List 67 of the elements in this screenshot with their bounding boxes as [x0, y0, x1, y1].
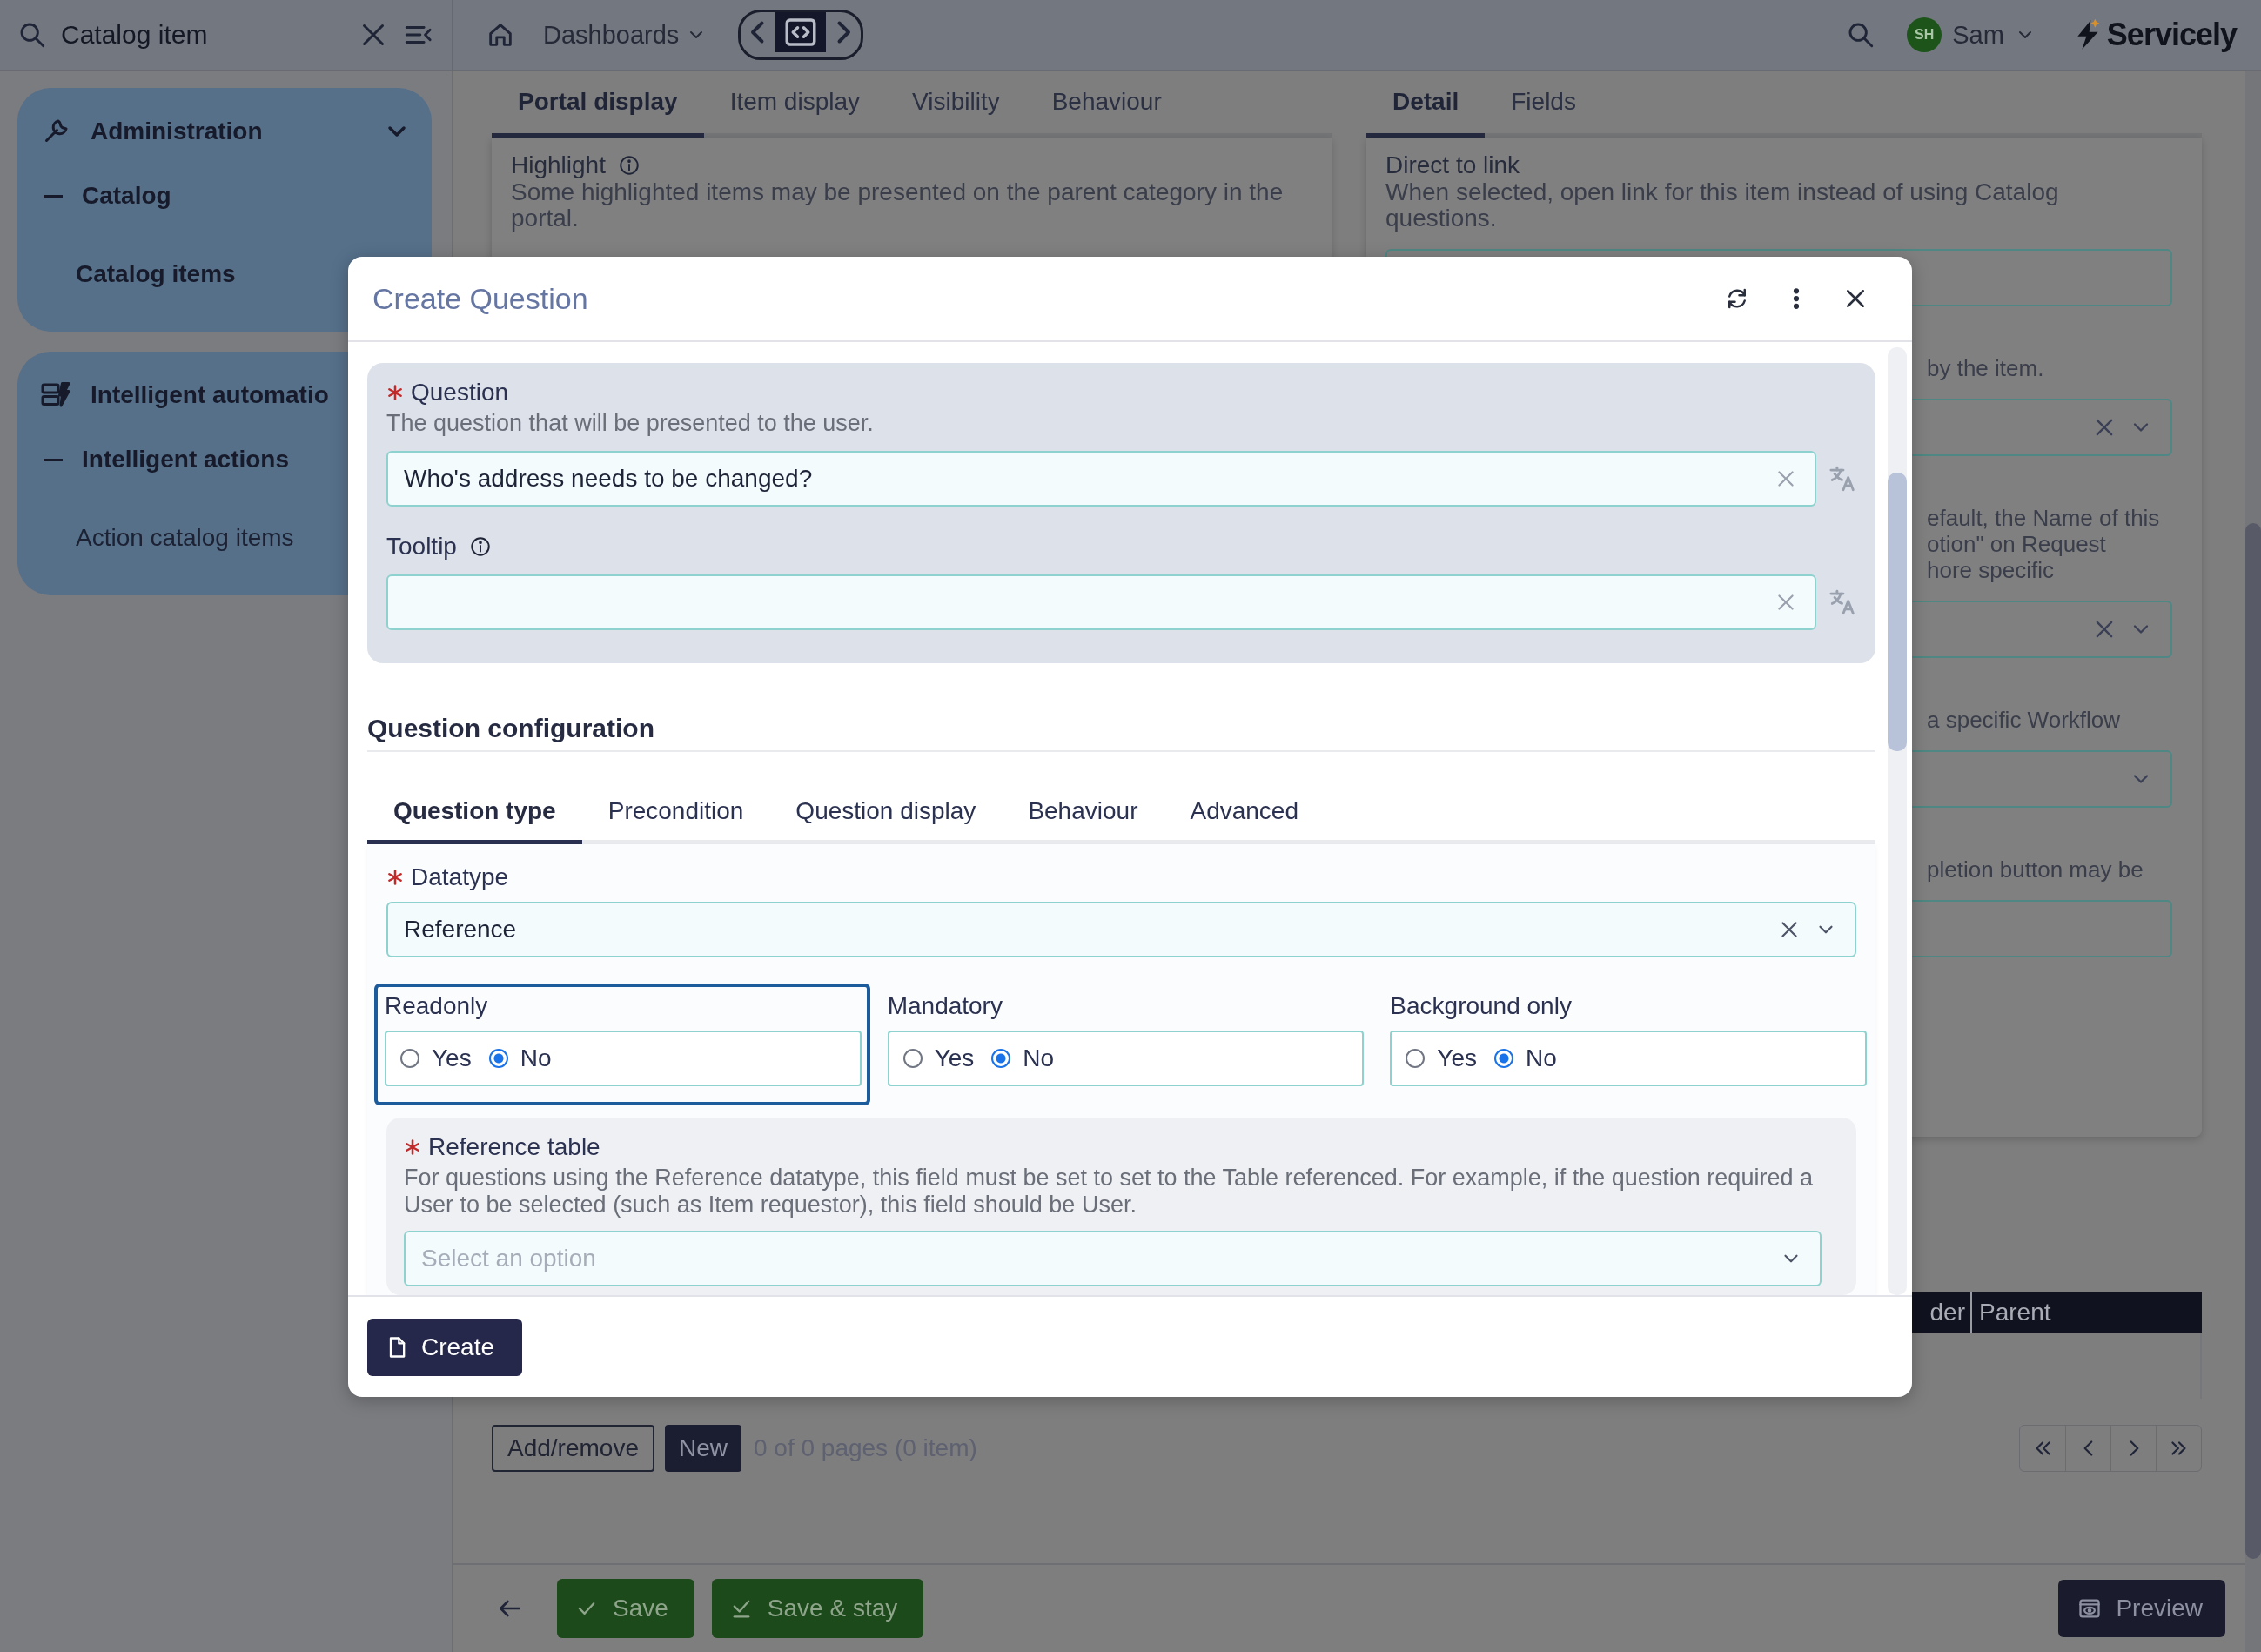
save-and-stay-button[interactable]: Save & stay	[711, 1579, 924, 1638]
select-field[interactable]: Reference	[386, 902, 1856, 957]
scrollbar[interactable]	[2245, 71, 2261, 1652]
tab[interactable]: Fields	[1485, 71, 1602, 138]
save-button[interactable]: Save	[557, 1579, 694, 1638]
tab[interactable]: Precondition	[581, 782, 770, 844]
field-label: Readonly	[385, 992, 488, 1020]
radio-button[interactable]	[902, 1049, 923, 1068]
radio-button[interactable]	[1494, 1049, 1513, 1068]
sidebar-section[interactable]: Catalog	[82, 182, 171, 210]
preview-button[interactable]: Preview	[2058, 1580, 2225, 1637]
collapse-icon[interactable]	[44, 194, 63, 198]
user-menu[interactable]: SH Sam	[1907, 17, 2036, 52]
column-header[interactable]: Parent	[1970, 1292, 2202, 1333]
radio-label[interactable]: No	[1526, 1044, 1557, 1072]
radio-label[interactable]: Yes	[1437, 1044, 1477, 1072]
sidebar-item[interactable]: Action catalog items	[76, 524, 294, 552]
radio-label[interactable]: Yes	[432, 1044, 472, 1072]
field-label: Question	[411, 379, 509, 406]
radio-button[interactable]	[991, 1049, 1011, 1068]
field-label: Datatype	[411, 863, 509, 891]
radio-button[interactable]	[400, 1049, 419, 1068]
add-remove-button[interactable]: Add/remove	[492, 1425, 654, 1472]
input-field[interactable]	[386, 574, 1816, 630]
field-description: When selected, open link for this item instead of using Catalog questions.	[1385, 179, 2060, 232]
scrollbar-thumb[interactable]	[2245, 523, 2261, 1559]
radio-label[interactable]: No	[520, 1044, 552, 1072]
tab[interactable]: Advanced	[1164, 782, 1325, 844]
radio-button[interactable]	[1406, 1049, 1426, 1068]
new-button[interactable]: New	[664, 1425, 741, 1472]
logo-text: Servicely	[2106, 17, 2237, 53]
sidebar-item[interactable]: Catalog items	[76, 260, 236, 288]
field-label: Mandatory	[887, 992, 1003, 1020]
tab[interactable]: Behaviour	[1002, 782, 1164, 844]
tab[interactable]: Question display	[769, 782, 1003, 844]
create-button[interactable]: Create	[367, 1318, 523, 1376]
radio-button[interactable]	[488, 1049, 508, 1068]
search-field[interactable]: Catalog item	[61, 20, 344, 50]
field-description: efault, the Name of this otion" on Request hore specific	[1927, 505, 2160, 583]
field-description: For questions using the Reference datatype, this field must be set to set to the Table referenced. For example, if the question required a User to be selected (such as Item requestor), this field should be User.	[404, 1165, 1814, 1219]
sidebar-group-title[interactable]: Administration	[91, 118, 364, 145]
input-field[interactable]: Who's address needs to be changed?	[386, 451, 1816, 507]
field-label: Direct to link	[1385, 151, 1521, 179]
radio-label[interactable]: No	[1023, 1044, 1055, 1072]
sidebar-section[interactable]: Intelligent actions	[82, 446, 290, 473]
scrollbar[interactable]	[1888, 347, 1907, 1295]
tab[interactable]: Behaviour	[1025, 71, 1188, 138]
dashboards-menu[interactable]: Dashboards	[543, 20, 708, 50]
field-label: Highlight	[511, 151, 606, 179]
tab[interactable]: Visibility	[886, 71, 1026, 138]
scrollbar-thumb[interactable]	[1888, 473, 1907, 751]
field-label: Background only	[1390, 992, 1572, 1020]
field-description: The question that will be presented to the user.	[386, 410, 875, 437]
field-description: Some highlighted items may be presented on the parent category in the portal.	[511, 179, 1285, 232]
field-label: Reference table	[428, 1133, 600, 1161]
dialog-title: Create Question	[372, 281, 588, 316]
avatar: SH	[1907, 17, 1942, 52]
field-label: Tooltip	[386, 533, 457, 561]
code-icon[interactable]	[775, 12, 827, 52]
radio-label[interactable]: Yes	[934, 1044, 975, 1072]
field-description: a specific Workflow	[1927, 707, 2121, 733]
info-icon[interactable]	[468, 535, 492, 558]
tab[interactable]: Item display	[703, 71, 887, 138]
field-description: by the item.	[1927, 355, 2044, 381]
section-title: Question configuration	[367, 714, 1875, 752]
collapse-icon[interactable]	[44, 458, 63, 461]
field-description: pletion button may be	[1927, 856, 2144, 883]
